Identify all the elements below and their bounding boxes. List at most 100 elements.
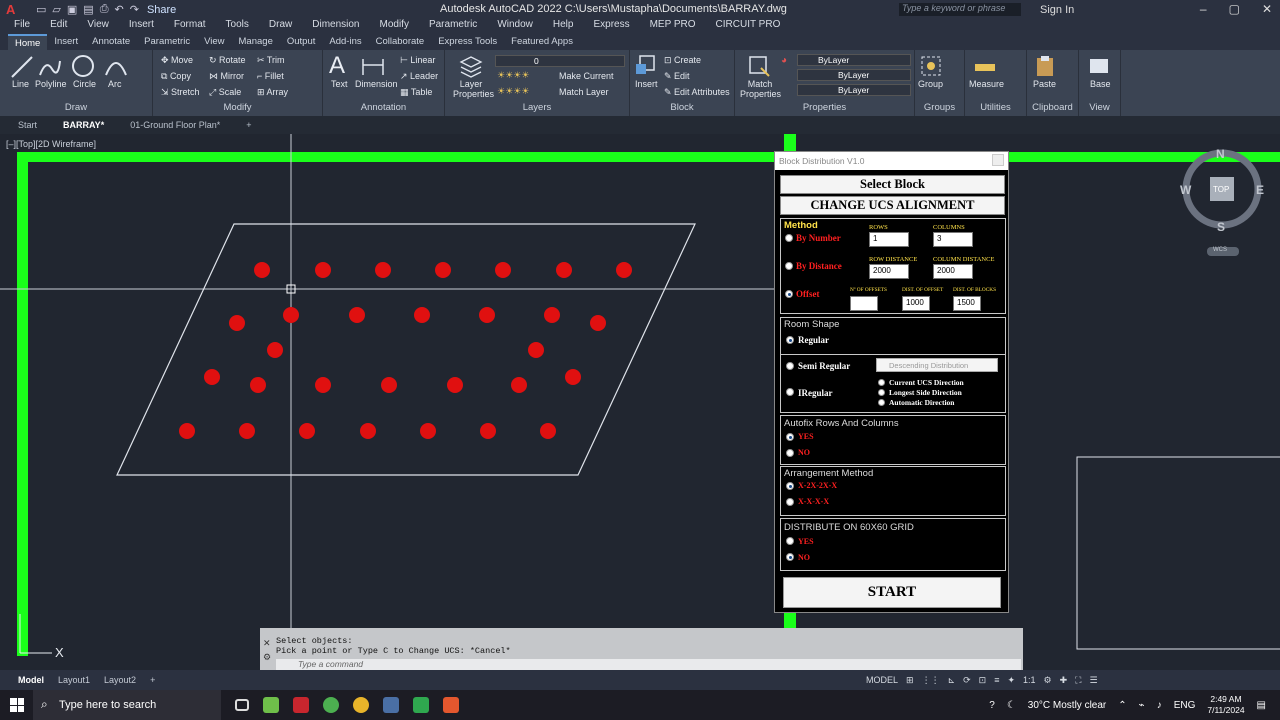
add-layout-icon[interactable]: + bbox=[150, 675, 155, 685]
dist-blocks-input[interactable]: 1500 bbox=[953, 296, 981, 311]
arrangement-opt2-radio[interactable] bbox=[786, 498, 794, 506]
layer-dropdown[interactable]: 0 bbox=[495, 55, 625, 67]
automatic-direction-radio[interactable] bbox=[878, 399, 885, 406]
text-icon[interactable]: A bbox=[329, 52, 345, 80]
menu-express[interactable]: Express bbox=[593, 19, 629, 34]
menu-mep-pro[interactable]: MEP PRO bbox=[650, 19, 696, 34]
compass-east[interactable]: E bbox=[1256, 183, 1264, 197]
tab-layout2[interactable]: Layout2 bbox=[104, 675, 136, 685]
new-tab-icon[interactable]: + bbox=[246, 120, 251, 130]
network-icon[interactable]: ⌁ bbox=[1139, 700, 1145, 711]
text-button[interactable]: Text bbox=[331, 79, 348, 89]
match-properties-button[interactable]: Match Properties bbox=[740, 79, 781, 99]
menu-file[interactable]: File bbox=[14, 19, 30, 34]
block-dot[interactable] bbox=[283, 307, 299, 323]
tab-featured-apps[interactable]: Featured Apps bbox=[504, 34, 580, 50]
help-tray-icon[interactable]: ? bbox=[989, 700, 995, 711]
dist-offset-input[interactable]: 1000 bbox=[902, 296, 930, 311]
block-dot[interactable] bbox=[565, 369, 581, 385]
longest-side-radio[interactable] bbox=[878, 389, 885, 396]
fullscreen-icon[interactable]: ⛶ bbox=[1075, 675, 1081, 686]
menu-edit[interactable]: Edit bbox=[50, 19, 67, 34]
wcs-label[interactable]: WCS bbox=[1213, 247, 1227, 253]
weather-text[interactable]: 30°C Mostly clear bbox=[1028, 700, 1106, 711]
task-view-icon[interactable] bbox=[235, 699, 249, 711]
block-dot[interactable] bbox=[556, 262, 572, 278]
polyline-icon[interactable] bbox=[38, 55, 62, 79]
menu-tools[interactable]: Tools bbox=[226, 19, 249, 34]
notifications-icon[interactable]: ▤ bbox=[1257, 700, 1266, 711]
room-outline[interactable] bbox=[116, 223, 696, 476]
taskbar-search[interactable]: ⌕ Type here to search bbox=[33, 690, 221, 720]
menu-circuit-pro[interactable]: CIRCUIT PRO bbox=[716, 19, 781, 34]
block-dot[interactable] bbox=[229, 315, 245, 331]
measure-button[interactable]: Measure bbox=[969, 79, 1004, 89]
share-button[interactable]: Share bbox=[147, 4, 176, 16]
block-dot[interactable] bbox=[511, 377, 527, 393]
color-dropdown[interactable]: ByLayer bbox=[797, 54, 911, 66]
irregular-label[interactable]: IRegular bbox=[798, 388, 833, 398]
offset-label[interactable]: Offset bbox=[796, 289, 820, 299]
insert-block-icon[interactable] bbox=[634, 54, 658, 78]
block-dot[interactable] bbox=[435, 262, 451, 278]
tab-manage[interactable]: Manage bbox=[232, 34, 280, 50]
block-dot[interactable] bbox=[447, 377, 463, 393]
command-input[interactable]: Type a command bbox=[276, 659, 1021, 670]
block-dot[interactable] bbox=[204, 369, 220, 385]
block-dot[interactable] bbox=[315, 377, 331, 393]
doc-tab-ground-floor[interactable]: 01-Ground Floor Plan* bbox=[130, 120, 220, 130]
isolate-icon[interactable]: ✚ bbox=[1060, 675, 1068, 686]
block-dot[interactable] bbox=[179, 423, 195, 439]
tab-collaborate[interactable]: Collaborate bbox=[369, 34, 432, 50]
annotation-panel-title[interactable]: Annotation bbox=[323, 102, 444, 113]
mirror-button[interactable]: ⋈ Mirror bbox=[209, 71, 244, 82]
doc-tab-start[interactable]: Start bbox=[18, 120, 37, 130]
base-view-icon[interactable] bbox=[1087, 54, 1111, 78]
view-panel-title[interactable]: View bbox=[1079, 102, 1120, 113]
polar-icon[interactable]: ⟳ bbox=[963, 675, 971, 686]
calculator-icon[interactable] bbox=[383, 697, 399, 713]
line-icon[interactable] bbox=[10, 55, 34, 79]
tab-add-ins[interactable]: Add-ins bbox=[322, 34, 368, 50]
viewport-controls-label[interactable]: [–][Top][2D Wireframe] bbox=[6, 139, 96, 149]
tray-chevron-icon[interactable]: ⌃ bbox=[1118, 700, 1126, 711]
command-close-icon[interactable]: ✕ bbox=[263, 638, 271, 649]
redo-icon[interactable]: ↷ bbox=[130, 3, 139, 16]
menu-parametric[interactable]: Parametric bbox=[429, 19, 477, 34]
regular-label[interactable]: Regular bbox=[798, 335, 829, 345]
autofix-yes-label[interactable]: YES bbox=[798, 432, 814, 441]
undo-icon[interactable]: ↶ bbox=[115, 3, 124, 16]
regular-radio[interactable] bbox=[786, 336, 794, 344]
lineweight-icon[interactable]: ≡ bbox=[994, 675, 999, 685]
workspace-gear-icon[interactable]: ⚙ bbox=[1044, 675, 1052, 686]
block-dot[interactable] bbox=[479, 307, 495, 323]
help-search-input[interactable]: Type a keyword or phrase bbox=[899, 3, 1021, 16]
rotate-button[interactable]: ↻ Rotate bbox=[209, 55, 246, 66]
menu-help[interactable]: Help bbox=[553, 19, 574, 34]
row-distance-input[interactable]: 2000 bbox=[869, 264, 909, 279]
annotation-scale[interactable]: 1:1 bbox=[1023, 675, 1036, 685]
circle-icon[interactable] bbox=[71, 54, 95, 78]
compass-north[interactable]: N bbox=[1216, 147, 1225, 161]
block-dot[interactable] bbox=[528, 342, 544, 358]
lineweight-dropdown[interactable]: ByLayer bbox=[797, 84, 911, 96]
linear-button[interactable]: ⊢ Linear bbox=[400, 55, 435, 66]
maximize-icon[interactable]: ▢ bbox=[1229, 2, 1240, 16]
offset-radio[interactable] bbox=[785, 290, 793, 298]
array-button[interactable]: ⊞ Array bbox=[257, 87, 288, 98]
autofix-yes-radio[interactable] bbox=[786, 433, 794, 441]
doc-tab-barray[interactable]: BARRAY* bbox=[63, 120, 104, 130]
snap-icon[interactable]: ⋮⋮ bbox=[922, 675, 940, 686]
autocad-logo-icon[interactable]: A bbox=[6, 2, 24, 17]
match-properties-icon[interactable] bbox=[747, 54, 771, 78]
by-distance-label[interactable]: By Distance bbox=[796, 261, 842, 271]
block-dot[interactable] bbox=[360, 423, 376, 439]
arrangement-opt2-label[interactable]: X-X-X-X bbox=[798, 497, 829, 506]
osnap-icon[interactable]: ⊡ bbox=[979, 675, 987, 686]
windows-start-icon[interactable] bbox=[10, 698, 24, 712]
block-dot[interactable] bbox=[590, 315, 606, 331]
num-offsets-input[interactable] bbox=[850, 296, 878, 311]
measure-icon[interactable] bbox=[973, 56, 997, 80]
rows-input[interactable]: 1 bbox=[869, 232, 909, 247]
language-indicator[interactable]: ENG bbox=[1174, 700, 1196, 711]
